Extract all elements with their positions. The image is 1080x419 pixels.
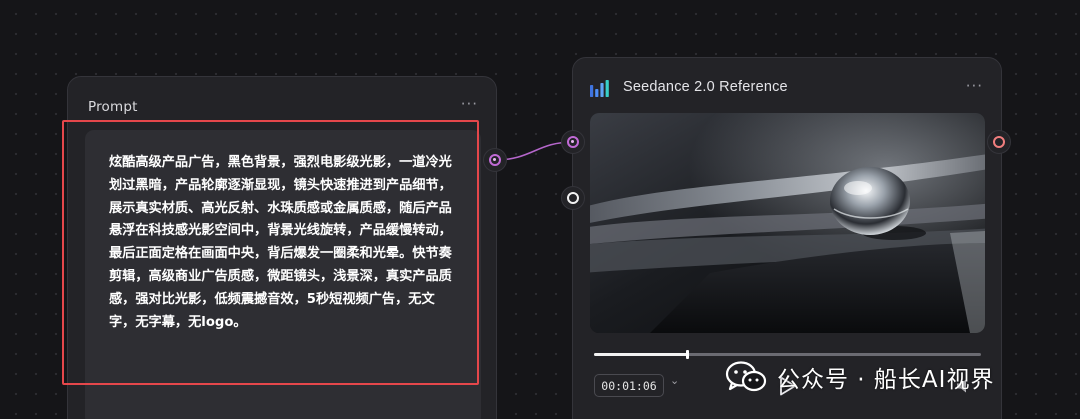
video-progress-handle[interactable]: [685, 350, 689, 359]
prompt-output-port[interactable]: [483, 148, 507, 172]
video-progress-fill: [594, 353, 687, 356]
video-preview[interactable]: [590, 113, 985, 333]
chevron-down-icon[interactable]: ⌄: [670, 374, 679, 387]
port-ring-icon: [993, 136, 1005, 148]
prompt-node-menu-button[interactable]: ···: [461, 95, 478, 113]
seedance-node-title: Seedance 2.0 Reference: [623, 79, 788, 95]
prompt-node-title: Prompt: [88, 99, 138, 115]
prompt-textarea[interactable]: 炫酷高级产品广告，黑色背景，强烈电影级光影，一道冷光划过黑暗，产品轮廓逐渐显现，…: [85, 130, 481, 419]
video-frame-image: [590, 113, 985, 333]
port-ring-icon: [567, 192, 579, 204]
seedance-output-port[interactable]: [987, 130, 1011, 154]
seedance-prompt-input-port[interactable]: [561, 130, 585, 154]
prompt-node[interactable]: Prompt ··· 炫酷高级产品广告，黑色背景，强烈电影级光影，一道冷光划过黑…: [67, 76, 497, 419]
seedance-image-input-port[interactable]: [561, 186, 585, 210]
port-ring-icon: [489, 154, 501, 166]
volume-icon[interactable]: [956, 378, 974, 394]
timecode-display[interactable]: 00:01:06: [594, 374, 664, 397]
video-progress-bar[interactable]: [594, 350, 981, 359]
play-icon[interactable]: [779, 376, 797, 396]
seedance-node-menu-button[interactable]: ···: [966, 77, 983, 95]
port-ring-icon: [567, 136, 579, 148]
seedance-logo-icon: [590, 80, 609, 97]
seedance-node[interactable]: Seedance 2.0 Reference ··· 00:01:06 ⌄: [572, 57, 1002, 419]
